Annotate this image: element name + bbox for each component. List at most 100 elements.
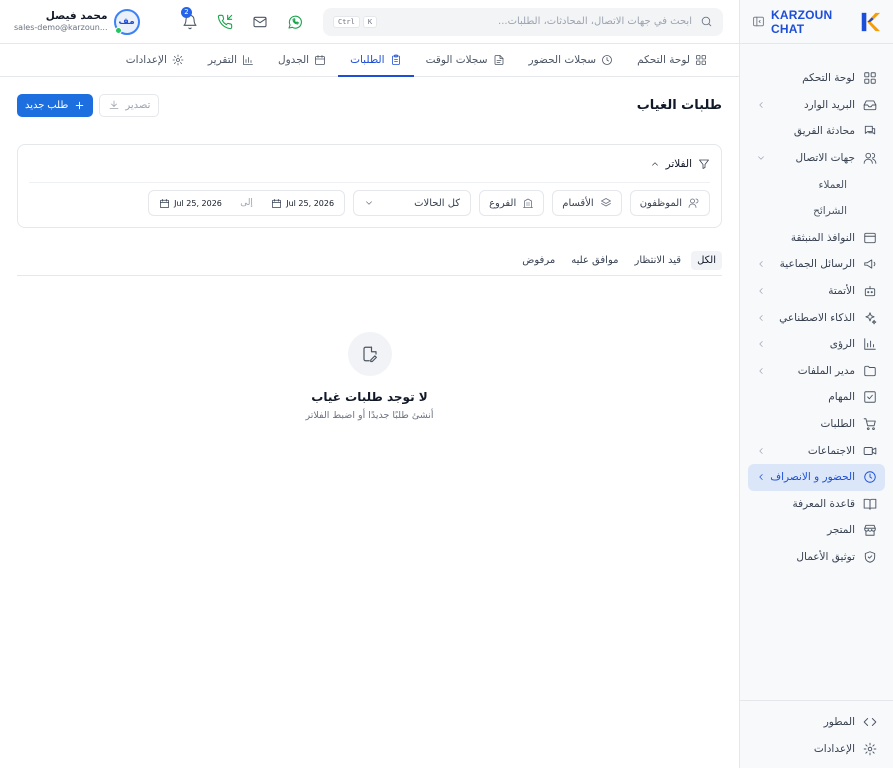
users-icon (688, 198, 699, 208)
sidebar-item-file-manager[interactable]: مدير الملفات (748, 358, 885, 385)
departments-filter[interactable]: الأقسام (552, 190, 622, 216)
plus-icon (76, 101, 84, 109)
shortcut-mod-key: Ctrl (333, 15, 360, 28)
sidebar-item-business-verification[interactable]: توثيق الأعمال (748, 544, 885, 571)
sidebar-item-knowledge-base[interactable]: قاعدة المعرفة (748, 491, 885, 518)
user-menu[interactable]: مف محمد فيصل sales-demo@karzoun... (14, 8, 140, 35)
sidebar-item-developer[interactable]: المطور (748, 709, 885, 736)
export-label: تصدير (125, 99, 151, 111)
user-name: محمد فيصل (45, 10, 108, 23)
sidebar-item-label: الأتمتة (828, 285, 855, 298)
sidebar-item-team-chat[interactable]: محادثة الفريق (748, 118, 885, 145)
megaphone-icon (864, 259, 876, 270)
tab-label: الإعدادات (125, 54, 167, 66)
sidebar-item-customers[interactable]: العملاء (748, 171, 885, 198)
cart-icon (863, 418, 876, 431)
sidebar-item-automation[interactable]: الأتمتة (748, 278, 885, 305)
search-icon (701, 16, 712, 27)
sidebar-item-segments[interactable]: الشرائح (748, 198, 885, 225)
sidebar-item-meetings[interactable]: الاجتماعات (748, 437, 885, 464)
email-button[interactable] (252, 14, 268, 30)
status-tab-rejected[interactable]: مرفوض (516, 251, 561, 270)
status-tab-approved[interactable]: موافق عليه (565, 251, 624, 270)
checkbox-icon (864, 391, 876, 404)
tab-schedule[interactable]: الجدول (266, 44, 338, 76)
sidebar-item-inbox[interactable]: البريد الوارد (748, 92, 885, 119)
branches-filter-label: الفروع (489, 197, 517, 209)
page-title: طلبات الغياب (636, 97, 722, 113)
chevron-left-icon (759, 261, 763, 268)
sidebar-item-dashboard[interactable]: لوحة التحكم (748, 65, 885, 92)
sidebar-item-popups[interactable]: النوافذ المنبثقة (748, 225, 885, 252)
departments-filter-label: الأقسام (562, 197, 594, 209)
filters-toggle[interactable]: الفلاتر (29, 145, 710, 183)
global-search[interactable]: Ctrl K (323, 7, 723, 36)
attendance-tabs: لوحة التحكم سجلات الحضور سجلات الوقت الط… (0, 44, 739, 77)
chevron-left-icon (759, 288, 763, 294)
sidebar-item-attendance[interactable]: الحضور و الانصراف (748, 463, 885, 491)
avatar-initials: مف (118, 16, 135, 27)
chevron-left-icon (759, 474, 763, 481)
popup-icon (864, 232, 876, 243)
phone-incoming-icon (217, 14, 233, 29)
date-from[interactable]: Jul 25, 2026 (159, 198, 222, 209)
store-icon (864, 525, 876, 537)
sidebar-item-orders[interactable]: الطلبات (748, 411, 885, 438)
calls-button[interactable] (217, 14, 233, 30)
tab-time-logs[interactable]: سجلات الوقت (414, 44, 517, 76)
sparkles-icon (865, 311, 877, 324)
sidebar-item-label: جهات الاتصال (795, 152, 855, 165)
tab-report[interactable]: التقرير (196, 44, 266, 76)
filters-panel: الفلاتر الموظفون الأقسام الفروع كل الحال… (17, 144, 722, 228)
filters-title: الفلاتر (665, 157, 692, 170)
tab-settings[interactable]: الإعدادات (114, 44, 196, 76)
search-shortcut: Ctrl K (333, 15, 378, 28)
new-request-button[interactable]: طلب جديد (17, 93, 94, 117)
sidebar-collapse-icon[interactable] (752, 15, 765, 28)
new-request-label: طلب جديد (25, 99, 69, 111)
sidebar-item-ai[interactable]: الذكاء الاصطناعي (748, 304, 885, 331)
file-text-icon (494, 55, 503, 65)
calendar-icon (272, 198, 282, 208)
sidebar-item-label: الإعدادات (813, 742, 855, 755)
employees-filter[interactable]: الموظفون (629, 190, 710, 216)
page-header: طلبات الغياب تصدير طلب جديد (17, 78, 722, 132)
contacts-icon (863, 152, 877, 164)
date-to[interactable]: Jul 25, 2026 (271, 198, 334, 209)
sidebar-item-tasks[interactable]: المهام (748, 384, 885, 411)
clock-icon (864, 471, 876, 483)
sidebar-item-label: لوحة التحكم (802, 72, 855, 85)
shield-check-icon (864, 551, 876, 563)
chevron-left-icon (759, 367, 763, 374)
status-select[interactable]: كل الحالات (353, 190, 472, 216)
tab-label: سجلات الحضور (528, 54, 597, 66)
date-range-picker[interactable]: Jul 25, 2026 إلى Jul 25, 2026 (148, 190, 346, 216)
employees-filter-label: الموظفون (639, 197, 682, 209)
tab-label: لوحة التحكم (637, 54, 690, 66)
sidebar-item-broadcasts[interactable]: الرسائل الجماعية (748, 251, 885, 278)
sidebar-item-insights[interactable]: الرؤى (748, 331, 885, 358)
export-button[interactable]: تصدير (99, 93, 160, 117)
whatsapp-button[interactable] (287, 14, 303, 30)
status-tab-all[interactable]: الكل (691, 250, 722, 270)
avatar[interactable]: مف (113, 8, 140, 35)
user-email: sales-demo@karzoun... (14, 23, 108, 32)
tab-dashboard[interactable]: لوحة التحكم (625, 44, 719, 76)
tab-attendance-logs[interactable]: سجلات الحضور (517, 44, 626, 76)
sidebar-item-settings[interactable]: الإعدادات (748, 735, 885, 762)
sidebar-nav: لوحة التحكم البريد الوارد محادثة الفريق … (740, 44, 893, 570)
status-tabs: الكل قيد الانتظار موافق عليه مرفوض (17, 245, 722, 276)
notification-count-badge: 2 (181, 6, 192, 18)
sidebar-item-contacts[interactable]: جهات الاتصال (748, 145, 885, 172)
top-header: Ctrl K 2 مف محمد فيصل sales-demo@karzoun… (0, 0, 739, 44)
chevron-left-icon (759, 341, 763, 348)
tab-requests[interactable]: الطلبات (338, 44, 415, 77)
sidebar-item-store[interactable]: المتجر (748, 517, 885, 544)
notifications-button[interactable]: 2 (181, 6, 198, 30)
chevron-left-icon (759, 102, 763, 108)
sidebar-item-label: الاجتماعات (807, 444, 855, 457)
branches-filter[interactable]: الفروع (479, 190, 545, 216)
status-tab-pending[interactable]: قيد الانتظار (628, 251, 687, 270)
search-input[interactable] (385, 16, 692, 27)
status-select-value: كل الحالات (414, 197, 461, 209)
